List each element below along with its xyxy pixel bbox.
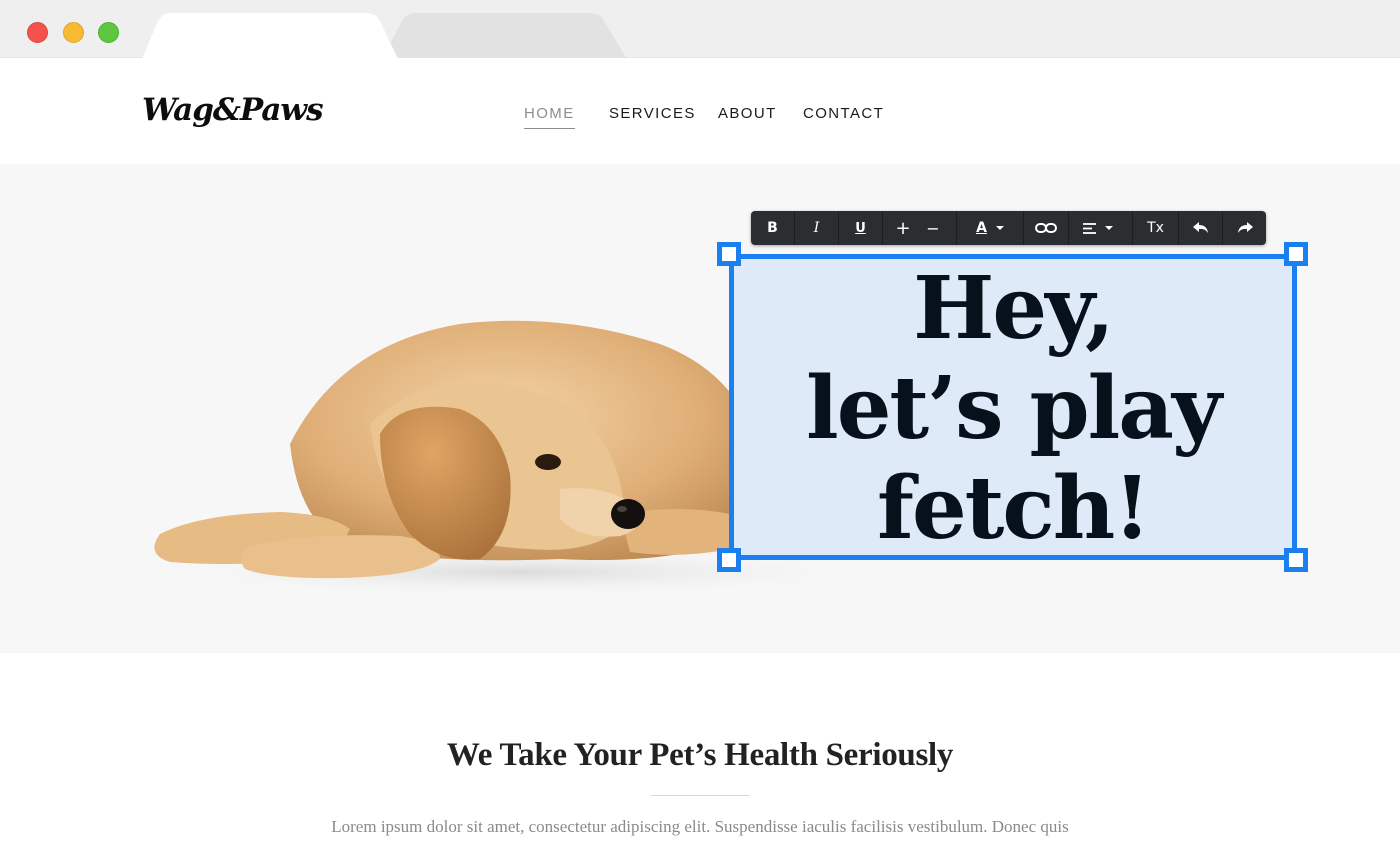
content-section: We Take Your Pet’s Health Seriously Lore… <box>0 653 1400 845</box>
headline-line: Hey, <box>913 258 1115 359</box>
text-color-dropdown[interactable]: A <box>957 211 1023 245</box>
decrease-font-size-button[interactable]: − <box>919 211 947 245</box>
clear-formatting-button[interactable]: Tx <box>1133 211 1178 245</box>
minimize-window-button[interactable] <box>63 22 84 43</box>
chevron-down-icon <box>1105 226 1113 230</box>
headline-line: fetch! <box>876 458 1151 559</box>
browser-tab-inactive[interactable] <box>382 13 627 59</box>
main-nav: HOME SERVICES ABOUT CONTACT <box>0 105 1400 135</box>
nav-home[interactable]: HOME <box>524 105 575 129</box>
browser-chrome <box>0 0 1400 59</box>
browser-tab-active[interactable] <box>142 13 398 59</box>
insert-link-button[interactable] <box>1024 211 1068 245</box>
nav-contact[interactable]: CONTACT <box>803 105 884 128</box>
section-divider <box>651 795 750 796</box>
resize-handle-top-right[interactable] <box>1284 242 1308 266</box>
nav-services[interactable]: SERVICES <box>609 105 696 128</box>
redo-button[interactable] <box>1223 211 1266 245</box>
bold-button[interactable]: B <box>751 211 794 245</box>
italic-button[interactable]: I <box>795 211 838 245</box>
text-color-label: A <box>976 220 987 236</box>
section-title: We Take Your Pet’s Health Seriously <box>446 737 954 773</box>
redo-icon <box>1237 222 1253 233</box>
resize-handle-top-left[interactable] <box>717 242 741 266</box>
underline-button[interactable]: U <box>839 211 882 245</box>
align-left-icon <box>1083 222 1096 234</box>
headline-line: let’s play <box>806 358 1222 459</box>
close-window-button[interactable] <box>27 22 48 43</box>
undo-icon <box>1192 222 1208 233</box>
chevron-down-icon <box>995 226 1004 230</box>
undo-button[interactable] <box>1179 211 1222 245</box>
increase-font-size-button[interactable]: + <box>883 211 923 245</box>
maximize-window-button[interactable] <box>98 22 119 43</box>
link-icon <box>1035 223 1057 233</box>
section-body: Lorem ipsum dolor sit amet, consectetur … <box>331 817 1069 836</box>
hero-headline[interactable]: Hey, let’s play fetch! <box>734 259 1292 559</box>
site-header: Wag&Paws HOME SERVICES ABOUT CONTACT <box>0 58 1400 164</box>
text-editor-toolbar: B I U + − A Tx <box>751 211 1266 245</box>
align-dropdown[interactable] <box>1069 211 1127 245</box>
hero-section: B I U + − A Tx Hey, let’s play fetch! <box>0 164 1400 653</box>
nav-about[interactable]: ABOUT <box>718 105 777 128</box>
resize-handle-bottom-left[interactable] <box>717 548 741 572</box>
resize-handle-bottom-right[interactable] <box>1284 548 1308 572</box>
